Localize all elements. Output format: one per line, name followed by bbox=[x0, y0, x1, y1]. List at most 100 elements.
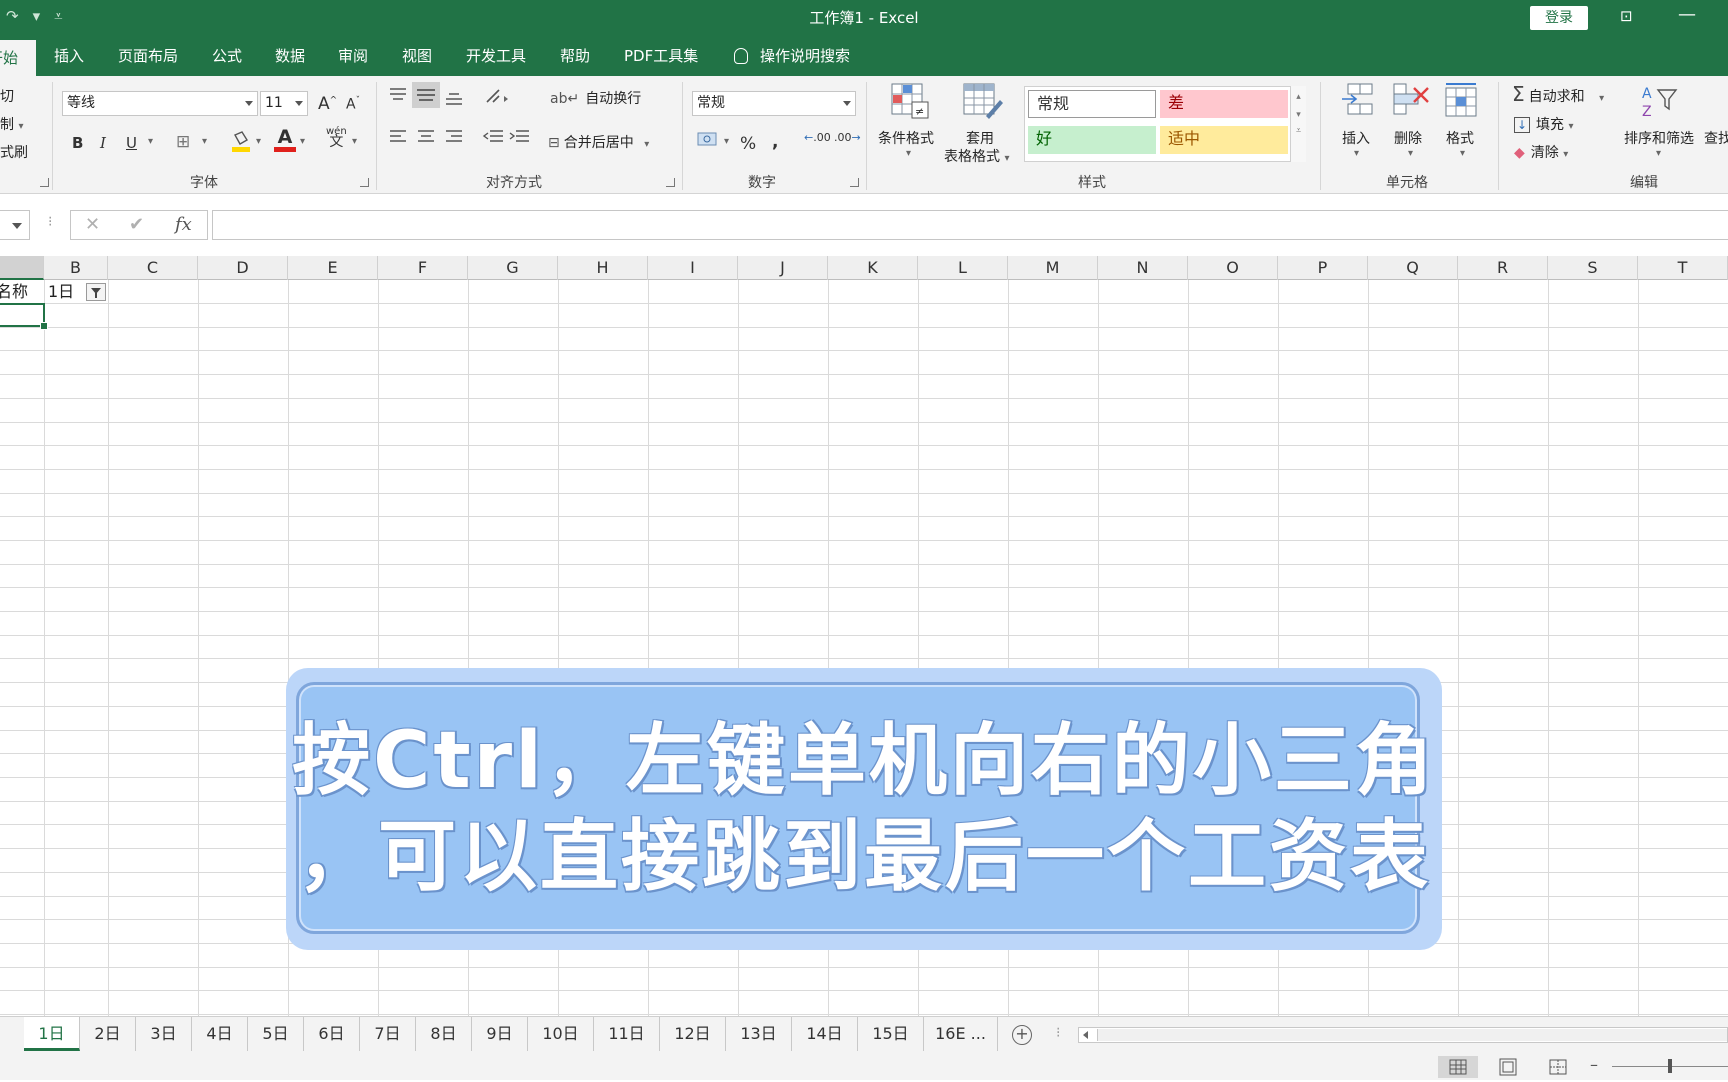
autosum-button[interactable]: Σ 自动求和 ▾ bbox=[1512, 82, 1604, 106]
sheet-tab-7[interactable]: 7日 bbox=[360, 1017, 416, 1051]
tab-review[interactable]: 审阅 bbox=[338, 44, 368, 74]
sheet-tab-9[interactable]: 9日 bbox=[472, 1017, 528, 1051]
underline-button[interactable]: U bbox=[126, 134, 137, 152]
tab-pdf-tools[interactable]: PDF工具集 bbox=[624, 44, 698, 74]
borders-dropdown-icon[interactable]: ▾ bbox=[202, 136, 207, 147]
cut-button[interactable]: 剪切 bbox=[0, 86, 14, 106]
sheet-tab-3[interactable]: 3日 bbox=[136, 1017, 192, 1051]
sheet-tab-16[interactable]: 16E ... bbox=[924, 1017, 998, 1051]
insert-function-icon[interactable]: fx bbox=[175, 214, 192, 235]
sheet-tab-5[interactable]: 5日 bbox=[248, 1017, 304, 1051]
sheet-tab-15[interactable]: 15日 bbox=[858, 1017, 924, 1051]
zoom-slider-thumb[interactable] bbox=[1668, 1059, 1672, 1073]
comma-style-button[interactable]: , bbox=[772, 132, 778, 152]
decrease-decimal-button[interactable]: .00→ bbox=[834, 132, 861, 143]
column-header-f[interactable]: F bbox=[378, 256, 468, 280]
delete-cells-dropdown-icon[interactable]: ▾ bbox=[1408, 148, 1413, 159]
sheet-tab-1[interactable]: 1日 bbox=[24, 1017, 80, 1051]
column-header-b[interactable]: B bbox=[44, 256, 108, 280]
sheet-tab-10[interactable]: 10日 bbox=[528, 1017, 594, 1051]
increase-decimal-button[interactable]: ←.00 bbox=[804, 132, 831, 143]
sheet-tab-4[interactable]: 4日 bbox=[192, 1017, 248, 1051]
insert-cells-icon[interactable] bbox=[1340, 82, 1376, 124]
column-header-d[interactable]: D bbox=[198, 256, 288, 280]
column-header-t[interactable]: T bbox=[1638, 256, 1728, 280]
column-header-j[interactable]: J bbox=[738, 256, 828, 280]
minimize-button[interactable]: — bbox=[1678, 4, 1696, 25]
conditional-formatting-dropdown-icon[interactable]: ▾ bbox=[906, 148, 911, 159]
sheet-tab-12[interactable]: 12日 bbox=[660, 1017, 726, 1051]
format-as-table-icon[interactable] bbox=[962, 82, 1004, 124]
accounting-format-icon[interactable] bbox=[696, 130, 720, 154]
sort-filter-button[interactable]: 排序和筛选 bbox=[1624, 128, 1694, 148]
tab-developer[interactable]: 开发工具 bbox=[466, 44, 526, 74]
percent-style-button[interactable]: % bbox=[740, 134, 756, 154]
column-header-m[interactable]: M bbox=[1008, 256, 1098, 280]
wrap-text-button[interactable]: ab↵ 自动换行 bbox=[550, 88, 641, 108]
font-launcher[interactable] bbox=[360, 178, 369, 187]
font-size-select[interactable]: 11 bbox=[260, 91, 308, 116]
align-right-icon[interactable] bbox=[444, 128, 464, 150]
font-family-select[interactable]: 等线 bbox=[62, 91, 258, 116]
number-format-select[interactable]: 常规 bbox=[692, 91, 856, 116]
format-as-table-button[interactable]: 表格格式 ▾ bbox=[944, 146, 1009, 166]
cancel-icon[interactable]: ✕ bbox=[85, 214, 100, 235]
column-header-h[interactable]: H bbox=[558, 256, 648, 280]
insert-cells-button[interactable]: 插入 bbox=[1342, 128, 1370, 148]
format-cells-icon[interactable] bbox=[1444, 82, 1480, 124]
normal-view-button[interactable] bbox=[1438, 1056, 1478, 1078]
login-button[interactable]: 登录 bbox=[1530, 6, 1588, 30]
format-cells-dropdown-icon[interactable]: ▾ bbox=[1460, 148, 1465, 159]
column-header-p[interactable]: P bbox=[1278, 256, 1368, 280]
sheet-tab-2[interactable]: 2日 bbox=[80, 1017, 136, 1051]
scroll-left-icon[interactable] bbox=[1083, 1031, 1088, 1039]
tab-data[interactable]: 数据 bbox=[275, 44, 305, 74]
formula-input[interactable] bbox=[212, 210, 1728, 240]
column-header-s[interactable]: S bbox=[1548, 256, 1638, 280]
tab-page-layout[interactable]: 页面布局 bbox=[118, 44, 178, 74]
column-header-k[interactable]: K bbox=[828, 256, 918, 280]
ribbon-display-options-icon[interactable]: ⊡ bbox=[1620, 7, 1633, 25]
tab-splitter[interactable]: ⁝ bbox=[1056, 1025, 1060, 1041]
format-painter-button[interactable]: 格式刷 bbox=[0, 142, 28, 162]
conditional-formatting-icon[interactable]: ≠ bbox=[890, 82, 930, 124]
sheet-tab-6[interactable]: 6日 bbox=[304, 1017, 360, 1051]
orientation-icon[interactable] bbox=[484, 86, 514, 110]
style-normal[interactable]: 常规 bbox=[1028, 90, 1156, 118]
alignment-launcher[interactable] bbox=[666, 178, 675, 187]
font-color-button[interactable]: A bbox=[274, 128, 296, 152]
merge-center-button[interactable]: ⊟ 合并后居中 ▾ bbox=[548, 132, 649, 152]
sort-filter-dropdown-icon[interactable]: ▾ bbox=[1656, 148, 1661, 159]
format-cells-button[interactable]: 格式 bbox=[1446, 128, 1474, 148]
clear-button[interactable]: ◆ 清除 ▾ bbox=[1514, 142, 1568, 162]
enter-icon[interactable]: ✔ bbox=[129, 214, 144, 235]
number-launcher[interactable] bbox=[850, 178, 859, 187]
insert-cells-dropdown-icon[interactable]: ▾ bbox=[1354, 148, 1359, 159]
format-as-table-label-1[interactable]: 套用 bbox=[966, 128, 994, 148]
clipboard-launcher[interactable] bbox=[40, 178, 49, 187]
sheet-tab-13[interactable]: 13日 bbox=[726, 1017, 792, 1051]
phonetic-dropdown-icon[interactable]: ▾ bbox=[352, 136, 357, 147]
fill-color-dropdown-icon[interactable]: ▾ bbox=[256, 136, 261, 147]
copy-button[interactable]: 复制 ▾ bbox=[0, 114, 23, 134]
page-layout-view-button[interactable] bbox=[1488, 1056, 1528, 1078]
horizontal-scrollbar[interactable] bbox=[1078, 1027, 1728, 1043]
style-bad[interactable]: 差 bbox=[1160, 90, 1288, 118]
find-select-button[interactable]: 查找 bbox=[1704, 128, 1728, 148]
style-neutral[interactable]: 适中 bbox=[1160, 126, 1288, 154]
name-box-dropdown-icon[interactable] bbox=[12, 223, 22, 229]
cell-b1[interactable]: 1日 bbox=[48, 280, 74, 304]
borders-icon[interactable]: ⊞ bbox=[176, 132, 190, 152]
column-header-c[interactable]: C bbox=[108, 256, 198, 280]
bold-button[interactable]: B bbox=[72, 134, 83, 152]
align-left-icon[interactable] bbox=[388, 128, 408, 150]
conditional-formatting-button[interactable]: 条件格式 bbox=[878, 128, 934, 148]
column-header-a[interactable] bbox=[0, 256, 44, 280]
grow-font-button[interactable]: A^ bbox=[318, 94, 337, 114]
underline-dropdown-icon[interactable]: ▾ bbox=[148, 136, 153, 147]
filter-dropdown-icon[interactable] bbox=[86, 283, 106, 301]
sheet-tab-8[interactable]: 8日 bbox=[416, 1017, 472, 1051]
name-box[interactable] bbox=[0, 210, 30, 240]
sort-filter-icon[interactable]: AZ bbox=[1640, 84, 1680, 124]
column-header-n[interactable]: N bbox=[1098, 256, 1188, 280]
